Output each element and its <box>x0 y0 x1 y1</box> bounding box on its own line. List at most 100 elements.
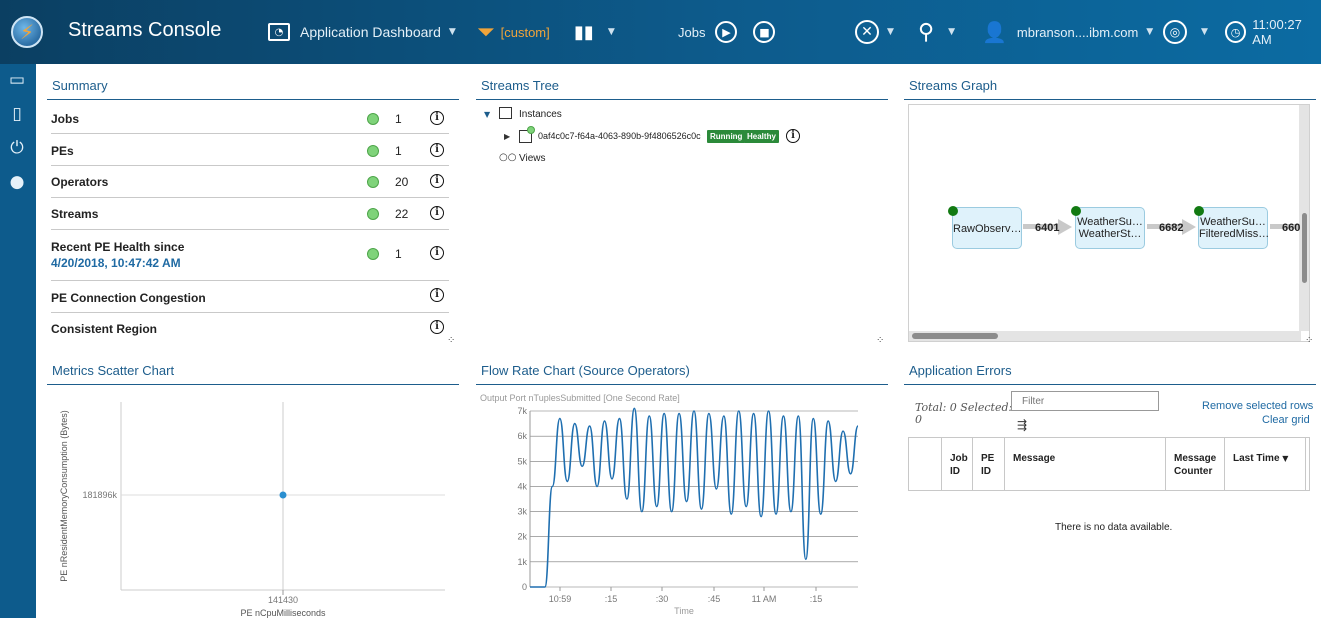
streams-tree-panel: Streams Tree ▼ Instances ▶ 0af4c0c7-f64a… <box>476 69 888 349</box>
health-since-timestamp: 4/20/2018, 10:47:42 AM <box>51 256 181 270</box>
scrollbar-thumb[interactable] <box>1302 213 1307 283</box>
x-tick-label: 10:59 <box>549 594 572 604</box>
summary-row-operators[interactable]: Operators 20 i <box>51 166 449 198</box>
lifebuoy-icon: ◎ <box>1163 20 1187 44</box>
column-job-id[interactable]: Job ID <box>942 438 973 490</box>
instances-label[interactable]: Instances <box>519 109 562 120</box>
status-dot <box>367 113 379 125</box>
user-menu[interactable]: 👤 mbranson....ibm.com ▼ <box>982 0 1153 64</box>
resize-handle[interactable]: ⁘ <box>876 335 886 346</box>
select-column[interactable] <box>909 438 942 490</box>
info-icon[interactable]: i <box>430 206 444 220</box>
search-icon: ⚲ <box>918 19 935 45</box>
expand-caret-icon[interactable]: ▼ <box>484 110 490 119</box>
dashboard-selector[interactable]: ◔ Application Dashboard ▼ <box>268 0 456 64</box>
status-dot <box>948 206 958 216</box>
info-icon[interactable]: i <box>430 111 444 125</box>
info-icon[interactable]: i <box>430 288 444 302</box>
summary-row-pes[interactable]: PEs 1 i <box>51 134 449 166</box>
status-dot <box>367 248 379 260</box>
x-axis-label: Time <box>674 606 694 616</box>
layout-selector[interactable]: ▮▮ ▼ <box>574 0 615 64</box>
lightbulb-icon[interactable]: ● <box>5 170 29 194</box>
column-last-time-label: Last Time <box>1233 453 1280 464</box>
info-icon[interactable]: i <box>430 143 444 157</box>
chevron-down-icon: ▼ <box>1201 27 1208 37</box>
summary-label: PE Connection Congestion <box>51 291 206 305</box>
clock-time: 11:00:27 AM <box>1252 17 1302 47</box>
x-tick-label: :15 <box>810 594 823 604</box>
left-rail: ▭ ▯ ⏻ ● <box>0 64 36 618</box>
document-icon[interactable]: ▯ <box>5 102 29 126</box>
resize-handle[interactable]: ⁘ <box>1305 335 1315 346</box>
clear-grid-link[interactable]: Clear grid <box>1262 414 1310 426</box>
close-circle-icon: ✕ <box>855 20 879 44</box>
info-icon[interactable]: i <box>430 174 444 188</box>
y-tick-label: 2k <box>517 532 527 542</box>
play-icon[interactable]: ▶ <box>715 21 738 43</box>
help-menu[interactable]: ◎ ▼ <box>1163 0 1208 64</box>
status-dot <box>1071 206 1081 216</box>
instance-id[interactable]: 0af4c0c7-f64a-4063-890b-9f4806526c0c <box>538 131 701 141</box>
views-icon: ○○ <box>499 152 517 163</box>
graph-node-operator[interactable]: RawObserv… <box>952 207 1022 249</box>
streams-tree-title: Streams Tree <box>476 69 888 100</box>
filter-input[interactable] <box>1011 391 1159 411</box>
summary-label: Operators <box>51 175 109 189</box>
graph-node-operator[interactable]: WeatherSu… FilteredMiss… <box>1198 207 1269 249</box>
summary-label: Jobs <box>51 112 80 126</box>
sort-desc-icon: ▼ <box>1282 454 1289 463</box>
scrollbar-thumb[interactable] <box>912 333 998 339</box>
streams-graph-canvas[interactable]: RawObserv… 6401 WeatherSu… WeatherSt… 66… <box>908 104 1310 342</box>
summary-row-consistent-region[interactable]: Consistent Region i <box>51 313 449 343</box>
dashboard-label: Application Dashboard <box>300 24 441 40</box>
filter-label: [custom] <box>500 24 550 40</box>
streams-logo-icon[interactable] <box>11 16 43 48</box>
x-tick-label: :15 <box>605 594 618 604</box>
search-menu[interactable]: ⚲ ▼ <box>918 0 955 64</box>
stop-icon[interactable]: ■ <box>753 21 776 43</box>
collapse-caret-icon[interactable]: ▶ <box>504 132 510 141</box>
y-tick-label: 1k <box>517 557 527 567</box>
summary-count: 22 <box>395 207 409 221</box>
y-tick-label: 5k <box>517 456 527 466</box>
power-icon[interactable]: ⏻ <box>5 136 29 160</box>
resize-handle[interactable]: ⁘ <box>447 335 457 346</box>
views-label[interactable]: Views <box>519 153 546 164</box>
node-label: WeatherSt… <box>1078 228 1142 240</box>
user-label: mbranson....ibm.com <box>1016 24 1139 40</box>
chevron-down-icon: ▼ <box>448 27 456 37</box>
instances-icon <box>499 107 512 119</box>
summary-row-pe-health[interactable]: Recent PE Health since 4/20/2018, 10:47:… <box>51 230 449 281</box>
dashboard-rail-icon[interactable]: ▭ <box>5 68 29 92</box>
summary-row-streams[interactable]: Streams 22 i <box>51 198 449 230</box>
summary-count: 1 <box>395 144 402 158</box>
graph-node-operator[interactable]: WeatherSu… WeatherSt… <box>1075 207 1145 249</box>
running-badge: Running <box>707 130 746 143</box>
cancel-menu[interactable]: ✕ ▼ <box>855 0 894 64</box>
flow-chart-title: Flow Rate Chart (Source Operators) <box>476 354 888 385</box>
summary-row-congestion[interactable]: PE Connection Congestion i <box>51 281 449 313</box>
top-bar: Streams Console ◔ Application Dashboard … <box>0 0 1321 64</box>
info-icon[interactable]: i <box>430 320 444 334</box>
column-pe-id[interactable]: PE ID <box>973 438 1005 490</box>
filter-selector[interactable]: ⏷ [custom] <box>477 0 550 64</box>
jobs-label: Jobs <box>678 24 706 40</box>
info-icon[interactable]: i <box>430 246 444 260</box>
info-icon[interactable]: i <box>786 129 800 143</box>
column-message[interactable]: Message <box>1005 438 1166 490</box>
column-message-counter[interactable]: Message Counter <box>1166 438 1225 490</box>
horizontal-scrollbar[interactable] <box>909 331 1301 341</box>
flow-chart-panel: Flow Rate Chart (Source Operators) Outpu… <box>476 354 888 618</box>
column-last-time[interactable]: Last Time ▼ <box>1225 438 1306 490</box>
export-icon[interactable]: ⇶ <box>1017 418 1027 432</box>
remove-selected-link[interactable]: Remove selected rows <box>1202 400 1313 412</box>
x-tick-label: :30 <box>656 594 669 604</box>
vertical-scrollbar[interactable] <box>1299 105 1309 331</box>
chevron-down-icon: ▼ <box>607 27 615 37</box>
chevron-down-icon: ▼ <box>1146 27 1154 37</box>
y-tick-label: 0 <box>522 582 527 592</box>
errors-header: Application Errors <box>904 354 1316 388</box>
summary-row-jobs[interactable]: Jobs 1 i <box>51 102 449 134</box>
node-label: WeatherSu… <box>1200 216 1266 228</box>
